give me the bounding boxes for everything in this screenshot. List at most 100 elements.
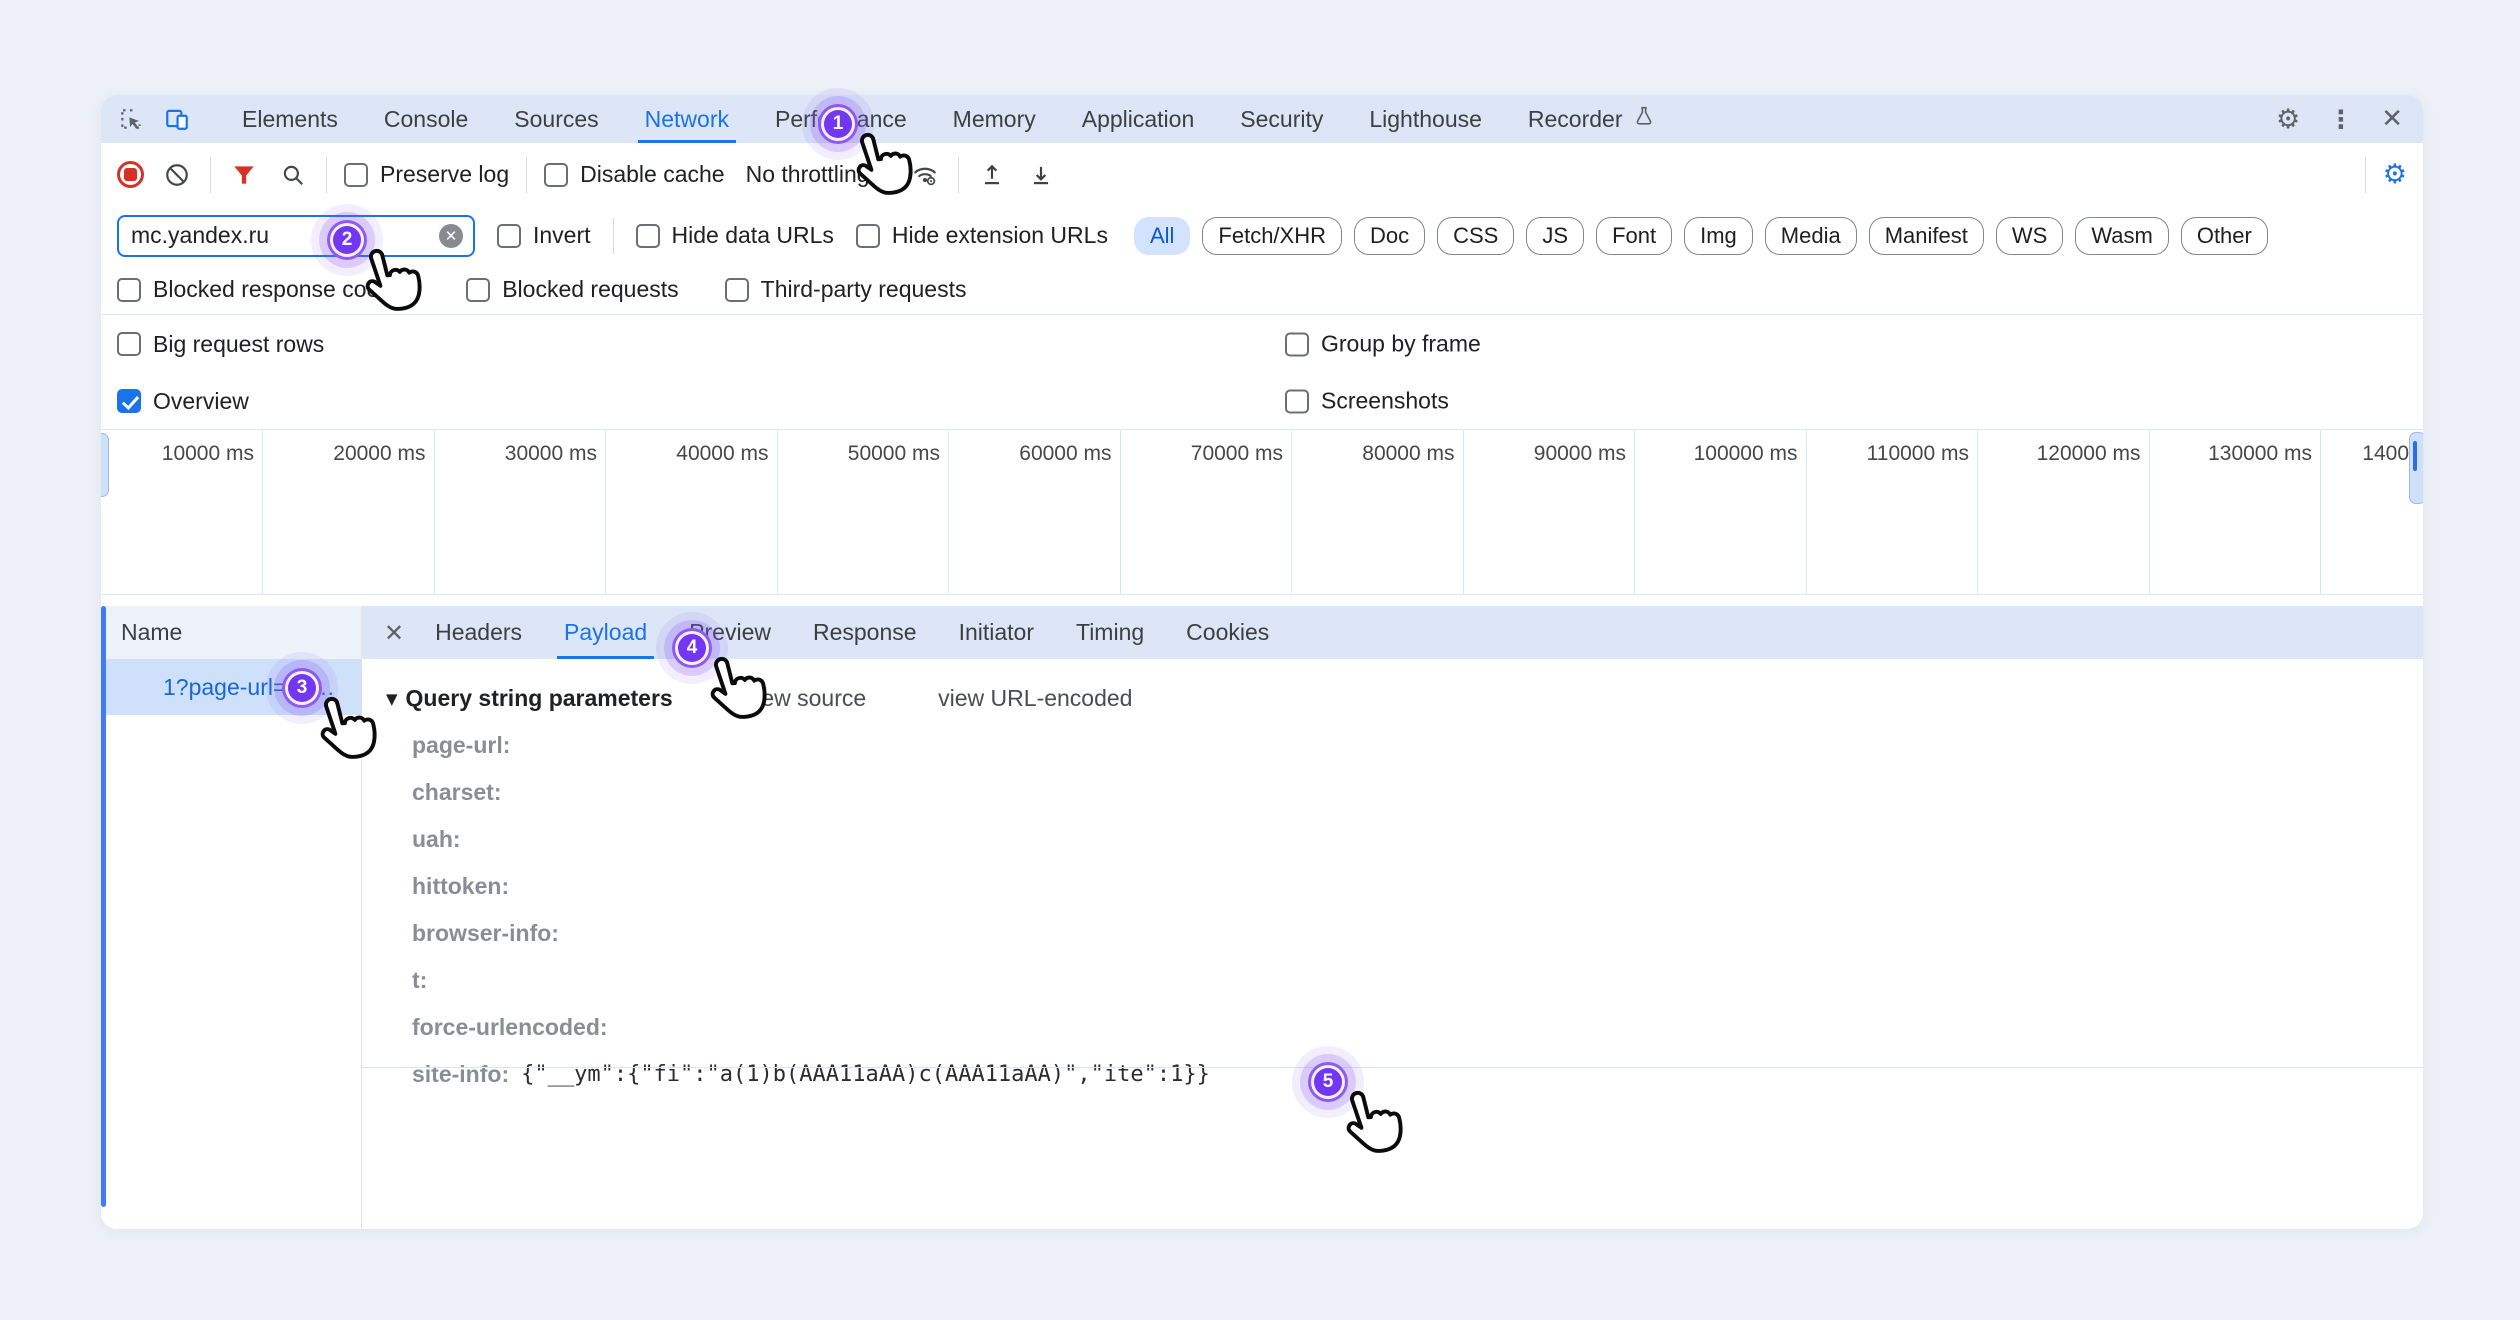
invert-checkbox[interactable]: Invert	[497, 222, 591, 249]
detail-tab-initiator[interactable]: Initiator	[938, 606, 1055, 659]
divider	[613, 218, 614, 254]
left-scroll-indicator[interactable]	[101, 606, 106, 1207]
tab-application[interactable]: Application	[1059, 95, 1218, 143]
checkbox-checked[interactable]	[117, 389, 141, 413]
more-options-icon[interactable]: ⋮	[2328, 105, 2353, 134]
param-key: browser-info:	[412, 920, 559, 947]
tab-lighthouse[interactable]: Lighthouse	[1346, 95, 1505, 143]
settings-gear-icon[interactable]: ⚙	[2276, 104, 2300, 135]
timeline-tick: 120000 ms	[1978, 430, 2150, 594]
blocked-filter-row: Blocked response cookies Blocked request…	[101, 265, 2423, 315]
chip-img[interactable]: Img	[1684, 217, 1753, 255]
chip-all[interactable]: All	[1134, 217, 1190, 255]
divider	[2365, 157, 2366, 193]
network-filter-row: ✕ Invert Hide data URLs Hide extension U…	[101, 206, 2423, 265]
checkbox[interactable]	[856, 224, 880, 248]
third-party-requests-checkbox[interactable]: Third-party requests	[725, 276, 967, 303]
preserve-log-checkbox[interactable]: Preserve log	[344, 161, 509, 188]
tab-memory[interactable]: Memory	[930, 95, 1059, 143]
timeline-tick: 20000 ms	[263, 430, 435, 594]
chip-manifest[interactable]: Manifest	[1869, 217, 1984, 255]
big-request-rows-label: Big request rows	[153, 331, 324, 358]
timeline-tick: 1400	[2321, 430, 2423, 594]
param-key: uah:	[412, 826, 461, 853]
tab-elements[interactable]: Elements	[219, 95, 361, 143]
view-url-encoded-link[interactable]: view URL-encoded	[938, 685, 1132, 712]
search-icon[interactable]	[277, 159, 309, 191]
checkbox[interactable]	[117, 332, 141, 356]
big-request-rows-checkbox[interactable]: Big request rows	[117, 331, 324, 358]
filter-funnel-icon[interactable]	[228, 159, 260, 191]
divider	[958, 157, 959, 193]
record-network-log-icon[interactable]	[117, 161, 144, 188]
tab-console[interactable]: Console	[361, 95, 491, 143]
checkbox[interactable]	[1285, 332, 1309, 356]
network-settings-gear-icon[interactable]: ⚙	[2383, 159, 2407, 190]
network-overview-timeline[interactable]: 10000 ms 20000 ms 30000 ms 40000 ms 5000…	[101, 429, 2423, 595]
query-string-parameters-title[interactable]: Query string parameters	[406, 685, 673, 712]
name-column-header[interactable]: Name	[101, 606, 361, 659]
overview-checkbox[interactable]: Overview	[117, 388, 249, 415]
param-row: force-urlencoded:	[386, 1004, 2423, 1051]
device-toolbar-icon[interactable]	[161, 103, 193, 135]
timeline-tick: 40000 ms	[606, 430, 778, 594]
param-value: {"__ym":{"fi":"a(1)b(AAA11aAA)c(AAA11aAA…	[521, 1062, 1210, 1087]
detail-tab-response[interactable]: Response	[792, 606, 938, 659]
timeline-left-drag-handle[interactable]	[101, 433, 109, 497]
devtools-window: Elements Console Sources Network Perform…	[101, 95, 2423, 1229]
checkbox[interactable]	[636, 224, 660, 248]
checkbox[interactable]	[497, 224, 521, 248]
chip-wasm[interactable]: Wasm	[2075, 217, 2169, 255]
checkbox[interactable]	[344, 163, 368, 187]
hide-data-urls-checkbox[interactable]: Hide data URLs	[636, 222, 834, 249]
param-row: charset:	[386, 769, 2423, 816]
export-har-icon[interactable]	[1025, 159, 1057, 191]
timeline-tick: 70000 ms	[1121, 430, 1293, 594]
checkbox[interactable]	[544, 163, 568, 187]
chip-css[interactable]: CSS	[1437, 217, 1514, 255]
disable-cache-checkbox[interactable]: Disable cache	[544, 161, 724, 188]
group-by-frame-checkbox[interactable]: Group by frame	[1285, 331, 1481, 358]
screenshots-checkbox[interactable]: Screenshots	[1285, 388, 1449, 415]
blocked-requests-checkbox[interactable]: Blocked requests	[466, 276, 678, 303]
tab-recorder[interactable]: Recorder	[1505, 95, 1678, 143]
tab-sources[interactable]: Sources	[491, 95, 621, 143]
timeline-tick: 80000 ms	[1292, 430, 1464, 594]
devtools-tabbar: Elements Console Sources Network Perform…	[101, 95, 2423, 143]
close-detail-icon[interactable]: ✕	[384, 619, 404, 647]
clear-filter-icon[interactable]: ✕	[439, 224, 463, 248]
screenshots-label: Screenshots	[1321, 388, 1449, 415]
detail-tab-timing[interactable]: Timing	[1055, 606, 1165, 659]
param-key: t:	[412, 967, 427, 994]
chip-media[interactable]: Media	[1765, 217, 1857, 255]
param-key: hittoken:	[412, 873, 509, 900]
detail-tab-cookies[interactable]: Cookies	[1165, 606, 1290, 659]
chip-fetch-xhr[interactable]: Fetch/XHR	[1202, 217, 1342, 255]
tab-recorder-label: Recorder	[1528, 106, 1623, 133]
chip-other[interactable]: Other	[2181, 217, 2268, 255]
detail-tab-payload[interactable]: Payload	[543, 606, 668, 659]
param-key: site-info:	[412, 1061, 509, 1088]
hide-data-urls-label: Hide data URLs	[672, 222, 834, 249]
checkbox[interactable]	[1285, 389, 1309, 413]
chip-font[interactable]: Font	[1596, 217, 1672, 255]
inspect-element-icon[interactable]	[115, 103, 147, 135]
checkbox[interactable]	[725, 278, 749, 302]
chip-js[interactable]: JS	[1526, 217, 1584, 255]
tab-network[interactable]: Network	[622, 95, 752, 143]
filter-input-box: ✕	[117, 215, 475, 257]
import-har-icon[interactable]	[976, 159, 1008, 191]
close-devtools-icon[interactable]: ✕	[2381, 104, 2403, 134]
detail-tab-headers[interactable]: Headers	[414, 606, 543, 659]
timeline-tick: 50000 ms	[778, 430, 950, 594]
checkbox[interactable]	[117, 278, 141, 302]
chevron-expanded-icon[interactable]: ▼	[386, 690, 398, 708]
detail-tabbar: ✕ Headers Payload Preview Response Initi…	[362, 606, 2423, 659]
tab-security[interactable]: Security	[1217, 95, 1346, 143]
chip-ws[interactable]: WS	[1996, 217, 2063, 255]
chip-doc[interactable]: Doc	[1354, 217, 1425, 255]
checkbox[interactable]	[466, 278, 490, 302]
timeline-right-drag-handle[interactable]	[2409, 432, 2423, 504]
clear-network-log-icon[interactable]	[161, 159, 193, 191]
hide-extension-urls-checkbox[interactable]: Hide extension URLs	[856, 222, 1108, 249]
